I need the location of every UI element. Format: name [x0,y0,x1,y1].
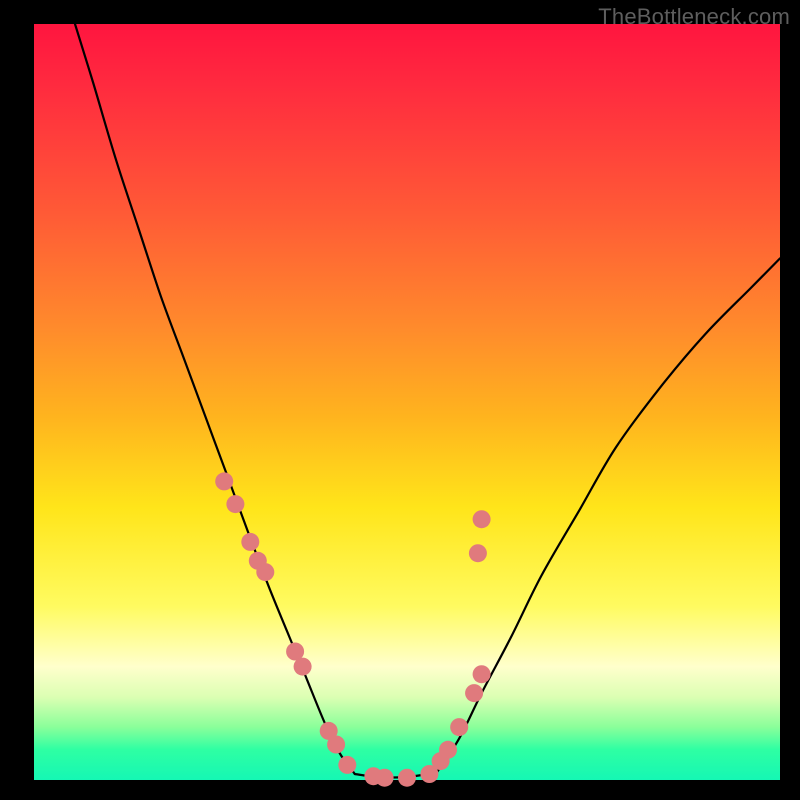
scatter-dot [294,658,312,676]
scatter-dot [473,665,491,683]
scatter-dot [450,718,468,736]
scatter-dot [327,736,345,754]
scatter-dot [226,495,244,513]
scatter-dot [398,769,416,787]
scatter-dot [215,472,233,490]
scatter-dot [338,756,356,774]
scatter-dots [215,472,490,786]
plot-area [34,24,780,780]
scatter-dot [473,510,491,528]
curve-left [75,24,355,774]
scatter-dot [376,769,394,787]
scatter-dot [439,741,457,759]
scatter-dot [256,563,274,581]
scatter-dot [241,533,259,551]
scatter-dot [469,544,487,562]
chart-svg [34,24,780,780]
outer-frame: TheBottleneck.com [0,0,800,800]
scatter-dot [465,684,483,702]
